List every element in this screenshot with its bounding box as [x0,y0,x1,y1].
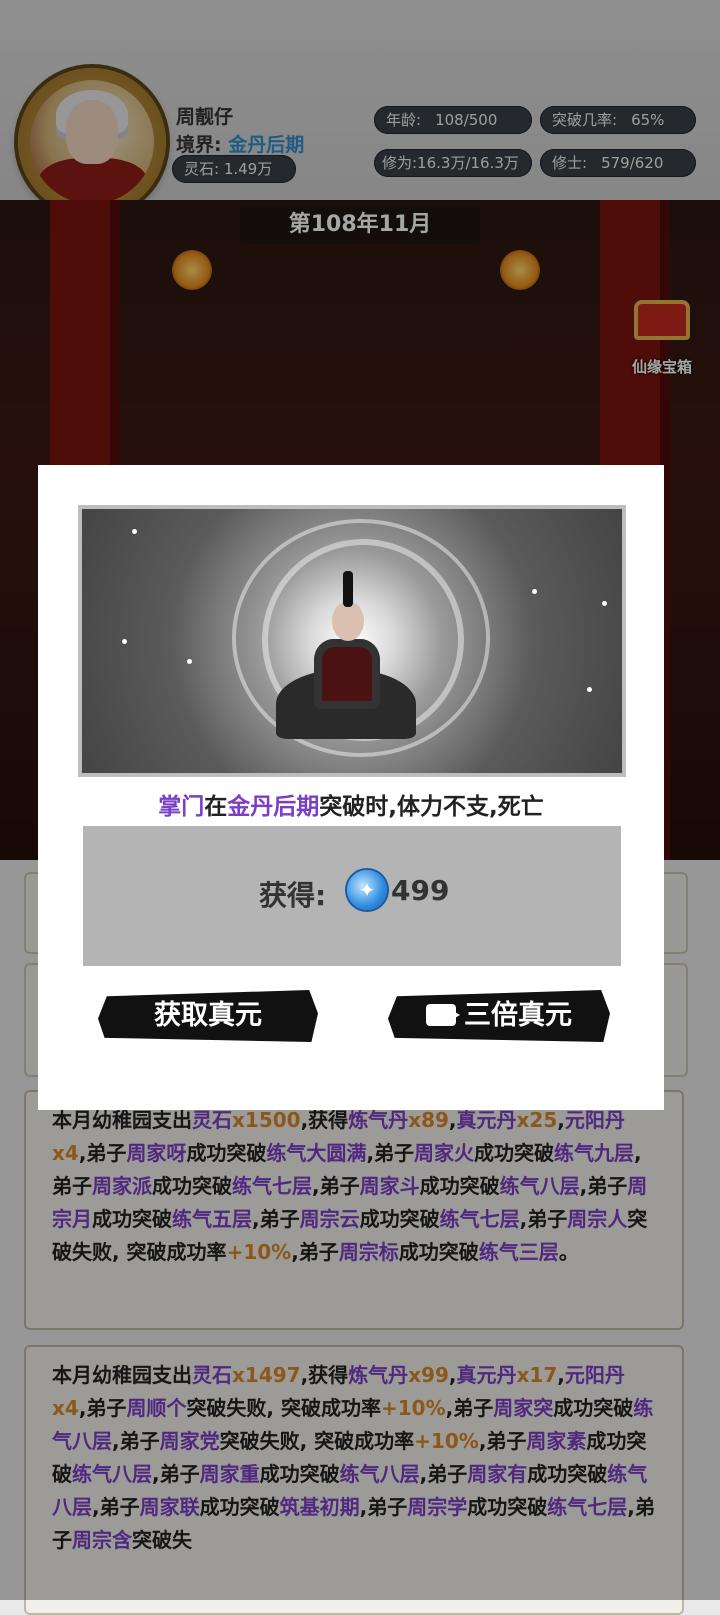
msg-realm: 金丹后期 [227,794,320,820]
star [587,687,592,692]
triple-essence-button[interactable]: 三倍真元 [388,990,610,1042]
meditating-figure-head [332,601,364,641]
star [532,589,537,594]
star [122,639,127,644]
video-camera-icon [426,1003,460,1026]
death-dialog: 掌门在金丹后期突破时,体力不支,死亡 获得: ✦ 499 获取真元 三倍真元 [38,465,664,1110]
meditating-figure-topknot [343,571,353,607]
breakthrough-art [78,505,626,777]
reward-label: 获得: [259,879,327,912]
get-essence-label: 获取真元 [154,1000,262,1031]
star [132,529,137,534]
true-essence-icon: ✦ [347,870,387,910]
death-message: 掌门在金丹后期突破时,体力不支,死亡 [38,787,664,821]
star [187,659,192,664]
star [602,601,607,606]
msg-title: 掌门 [158,794,205,820]
get-essence-button[interactable]: 获取真元 [98,990,318,1042]
reward-value: 499 [391,874,450,907]
msg-text: 在 [204,794,228,820]
meditating-figure-robe [314,639,380,709]
triple-essence-label: 三倍真元 [464,1000,572,1031]
reward-panel: 获得: ✦ 499 [83,826,621,966]
msg-text: 突破时,体力不支,死亡 [319,794,544,820]
